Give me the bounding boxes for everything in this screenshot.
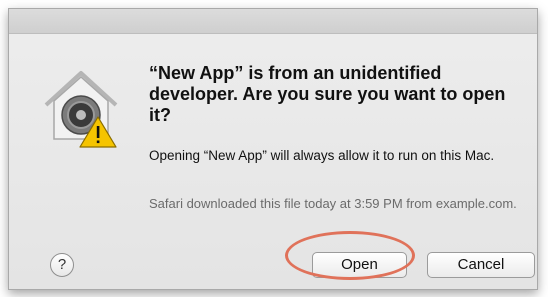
- dialog-top-strip: [9, 9, 537, 34]
- house-lock-warning-icon: [44, 71, 118, 148]
- dialog-headline: “New App” is from an unidentified develo…: [149, 63, 506, 125]
- dialog-info-text: Opening “New App” will always allow it t…: [149, 148, 495, 163]
- open-button-highlight-ring: [285, 231, 415, 280]
- security-alert-dialog: “New App” is from an unidentified develo…: [8, 8, 538, 290]
- cancel-button[interactable]: Cancel: [427, 252, 535, 278]
- download-source-text: Safari downloaded this file today at 3:5…: [149, 196, 517, 211]
- help-button[interactable]: ?: [50, 253, 74, 277]
- gatekeeper-icon: [40, 67, 122, 149]
